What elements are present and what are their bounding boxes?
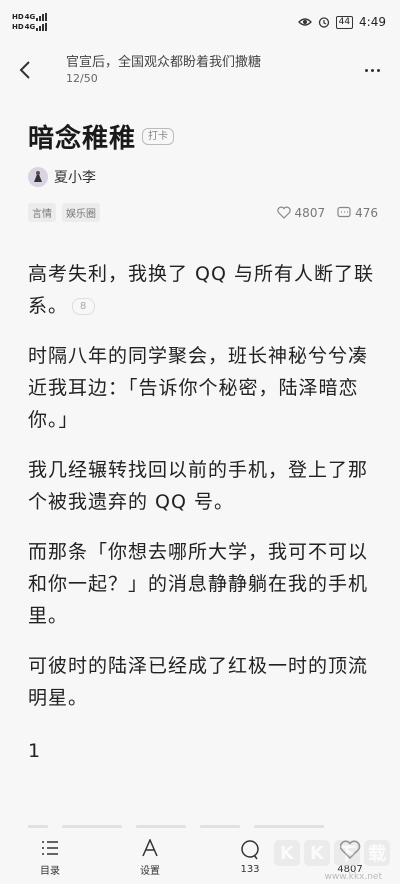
eye-icon: [297, 18, 312, 26]
paragraph-comment-count[interactable]: 8: [72, 298, 96, 315]
comments-stat[interactable]: 476: [337, 206, 378, 220]
reader-header: 官宣后，全国观众都盼着我们撒糖 12/50: [0, 44, 400, 96]
chapter-title: 官宣后，全国观众都盼着我们撒糖: [66, 55, 262, 70]
comment-bubble-icon: [240, 838, 260, 862]
watermark-letter: 下: [334, 840, 360, 866]
more-dot-icon: [370, 68, 374, 72]
sim2-signal: HD 4G: [12, 23, 48, 31]
comment-icon: [337, 206, 351, 218]
font-settings-icon: [141, 836, 159, 860]
more-menu-button[interactable]: [344, 44, 400, 96]
status-bar: HD 4G HD 4G 44 4:49: [0, 0, 400, 44]
more-dot-icon: [376, 68, 380, 72]
paragraph[interactable]: 我几经辗转找回以前的手机，登上了那个被我遗弃的 QQ 号。: [28, 454, 378, 518]
watermark-site: www.kkx.net: [324, 872, 383, 882]
battery-level: 44: [335, 15, 354, 29]
back-arrow-icon: [19, 61, 30, 79]
sim1-signal: HD 4G: [12, 13, 48, 21]
list-icon: [40, 836, 60, 860]
sim2-network: 4G: [24, 23, 36, 31]
sim2-label: HD: [12, 23, 24, 31]
paragraph[interactable]: 可彼时的陆泽已经成了红极一时的顶流明星。: [28, 650, 378, 714]
signal-bars-icon: [36, 13, 48, 21]
likes-count: 4807: [294, 205, 326, 220]
watermark-logo: K K 下 载: [274, 840, 390, 866]
author-link[interactable]: 夏小李: [28, 167, 378, 187]
watermark-letter: 载: [364, 840, 390, 866]
chapter-number: 1: [28, 740, 41, 762]
clock: 4:49: [359, 15, 386, 29]
more-dot-icon: [364, 68, 368, 72]
tag-entertainment[interactable]: 娱乐圈: [62, 203, 100, 222]
chapter-progress: 12/50: [66, 72, 98, 85]
settings-button[interactable]: 设置: [100, 828, 200, 884]
watermark-letter: K: [274, 840, 300, 866]
settings-label: 设置: [140, 865, 160, 877]
sim1-network: 4G: [24, 13, 36, 21]
signal-indicators: HD 4G HD 4G: [12, 13, 48, 31]
comments-count: 476: [355, 205, 378, 220]
catalog-button[interactable]: 目录: [0, 828, 100, 884]
alarm-icon: [318, 17, 329, 28]
reader-content: 暗念稚稚 打卡 夏小李 言情 娱乐圈 4807 476 高考失利，我换了 QQ …: [28, 96, 378, 762]
author-name: 夏小李: [54, 170, 96, 186]
comments-count-label: 133: [240, 863, 260, 875]
sim1-label: HD: [12, 13, 24, 21]
paragraph[interactable]: 时隔八年的同学聚会，班长神秘兮兮凑近我耳边：「告诉你个秘密，陆泽暗恋你。」: [28, 340, 378, 436]
signal-bars-icon: [36, 23, 48, 31]
tag-romance[interactable]: 言情: [28, 203, 56, 222]
likes-stat[interactable]: 4807: [276, 205, 326, 220]
checkin-button[interactable]: 打卡: [142, 128, 175, 145]
catalog-label: 目录: [40, 865, 60, 877]
paragraph[interactable]: 高考失利，我换了 QQ 与所有人断了联系。 8: [28, 258, 378, 322]
heart-icon: [276, 206, 291, 219]
author-avatar: [28, 167, 48, 187]
book-title: 暗念稚稚: [28, 124, 137, 154]
watermark-letter: K: [304, 840, 330, 866]
paragraph[interactable]: 而那条「你想去哪所大学，我可不可以和你一起？」的消息静静躺在我的手机里。: [28, 536, 378, 632]
back-button[interactable]: [0, 44, 50, 96]
